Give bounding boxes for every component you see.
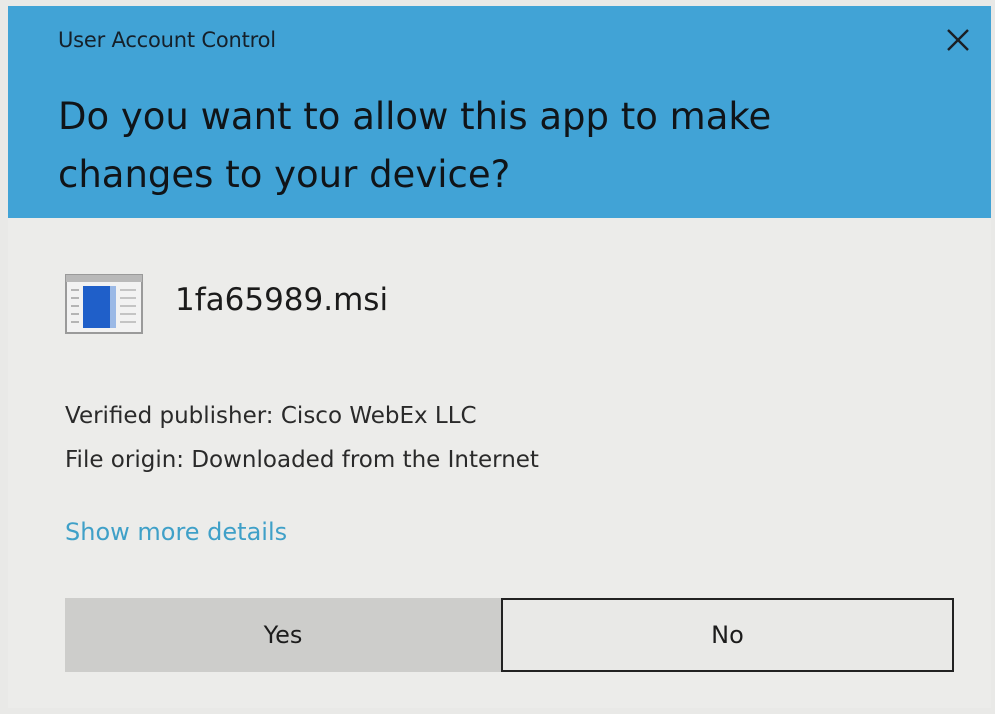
publisher-details: Verified publisher: Cisco WebEx LLC File… — [65, 394, 539, 482]
file-origin: File origin: Downloaded from the Interne… — [65, 447, 539, 473]
yes-button[interactable]: Yes — [65, 598, 501, 672]
close-icon — [938, 22, 978, 58]
dialog-header: User Account Control Do you want to allo… — [8, 6, 991, 218]
app-file-name: 1fa65989.msi — [175, 282, 389, 318]
show-more-details-link[interactable]: Show more details — [65, 518, 287, 546]
uac-dialog: User Account Control Do you want to allo… — [8, 6, 991, 708]
installer-file-icon — [65, 274, 143, 334]
dialog-question: Do you want to allow this app to make ch… — [58, 95, 772, 196]
window-title: User Account Control — [58, 28, 276, 52]
close-button[interactable] — [938, 22, 978, 58]
verified-publisher: Verified publisher: Cisco WebEx LLC — [65, 403, 477, 429]
no-button[interactable]: No — [501, 598, 954, 672]
